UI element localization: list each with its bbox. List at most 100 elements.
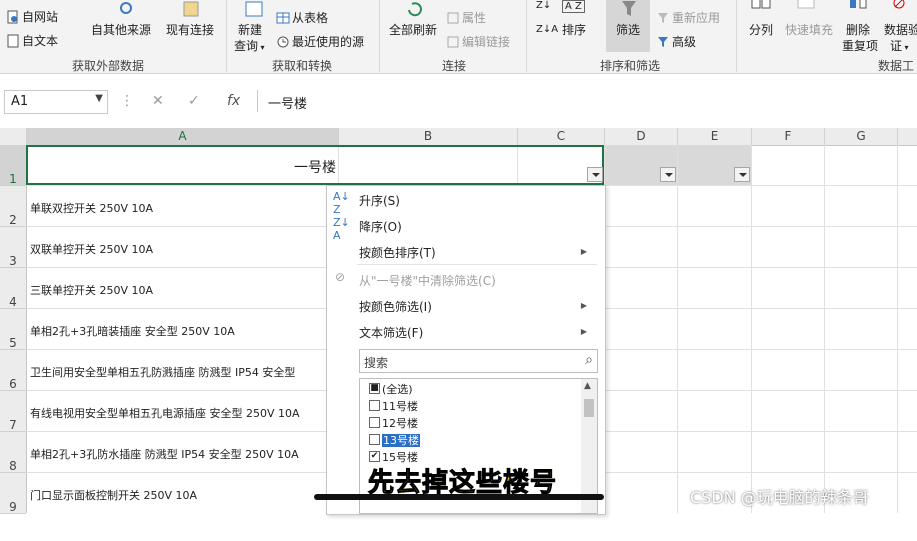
cell-a6[interactable]: 卫生间用安全型单相五孔防溅插座 防溅型 IP54 安全型 <box>30 364 326 380</box>
cell-a4[interactable]: 三联单控开关 250V 10A <box>30 282 326 298</box>
row-header-5[interactable]: 5 <box>0 309 26 350</box>
checkbox[interactable] <box>369 400 380 411</box>
edit-links-button[interactable]: 编辑链接 <box>446 33 510 50</box>
select-all-corner[interactable] <box>0 128 27 145</box>
group-label-get-transform: 获取和转换 <box>272 59 333 73</box>
sort-za-icon[interactable]: Z↓A <box>536 24 558 35</box>
cell-a5[interactable]: 单相2孔+3孔暗装插座 安全型 250V 10A <box>30 323 326 339</box>
filter-dropdown-a[interactable] <box>587 167 603 182</box>
remove-duplicates-icon <box>850 0 867 9</box>
data-validation-dropdown[interactable]: 证 ▾ <box>890 37 909 54</box>
column-header-b[interactable]: B <box>339 128 518 145</box>
from-text-button[interactable]: 自文本 <box>6 32 58 49</box>
search-input[interactable]: 搜索 ⌕ <box>359 349 598 373</box>
scrollbar-thumb[interactable] <box>584 399 594 417</box>
sort-az-icon[interactable]: Z↓ <box>536 0 551 11</box>
sort-descending-icon: Z↓ A <box>333 216 350 242</box>
row-header-2[interactable]: 2 <box>0 186 26 227</box>
data-validation-button[interactable]: 数据验 <box>884 21 917 38</box>
remove-duplicates-button[interactable]: 删除 <box>846 21 870 38</box>
list-item-select-all[interactable]: ■ (全选) <box>369 381 413 397</box>
column-header-e[interactable]: E <box>678 128 752 145</box>
row-header-9[interactable]: 9 <box>0 473 26 514</box>
insert-function-icon[interactable]: fx <box>227 93 240 109</box>
column-headers: A B C D E F G <box>0 128 917 146</box>
column-header-a[interactable]: A <box>27 128 339 145</box>
sort-ascending-item[interactable]: 升序(S) <box>359 192 400 209</box>
filter-dropdown-e[interactable] <box>734 167 750 182</box>
list-item-highlighted[interactable]: 13号楼 <box>369 432 420 448</box>
text-to-columns-button[interactable]: 分列 <box>749 21 773 38</box>
text-to-columns-icon <box>751 0 771 9</box>
filter-button[interactable]: 筛选 <box>616 21 640 38</box>
clear-filter-item[interactable]: 从"一号楼"中清除筛选(C) <box>359 272 496 289</box>
enter-icon[interactable]: ✓ <box>188 93 200 109</box>
chevron-right-icon: ▶ <box>580 327 587 336</box>
cell-a2[interactable]: 单联双控开关 250V 10A <box>30 200 326 216</box>
sort-ascending-icon: A↓ Z <box>333 190 350 216</box>
filter-by-color-item[interactable]: 按颜色筛选(I) ▶ <box>359 298 597 315</box>
from-web-button[interactable]: 自网站 <box>6 8 58 25</box>
sort-button[interactable]: 排序 <box>562 21 586 38</box>
flash-fill-button[interactable]: 快速填充 <box>785 21 833 38</box>
group-label-connections: 连接 <box>442 59 467 73</box>
checkbox[interactable] <box>369 434 380 445</box>
new-query-icon <box>245 1 263 17</box>
cell-a7[interactable]: 有线电视用安全型单相五孔电源插座 安全型 250V 10A <box>30 405 326 421</box>
checkbox-checked[interactable]: ✔ <box>369 451 380 462</box>
advanced-filter-button[interactable]: 高级 <box>656 33 696 50</box>
funnel-icon <box>622 1 636 16</box>
scrollbar[interactable]: ▲ <box>581 379 597 513</box>
new-query-button[interactable]: 新建 <box>238 21 262 38</box>
column-header-d[interactable]: D <box>605 128 678 145</box>
column-header-c[interactable]: C <box>518 128 605 145</box>
row-header-4[interactable]: 4 <box>0 268 26 309</box>
recent-sources-button[interactable]: 最近使用的源 <box>276 33 364 50</box>
new-query-dropdown[interactable]: 查询 ▾ <box>234 37 265 54</box>
gridline <box>897 145 898 513</box>
flash-fill-icon <box>797 0 815 9</box>
row-header-3[interactable]: 3 <box>0 227 26 268</box>
row-header-1[interactable]: 1 <box>0 145 26 186</box>
table-icon <box>276 12 290 24</box>
refresh-all-button[interactable]: 全部刷新 <box>389 21 437 38</box>
list-item[interactable]: 11号楼 <box>369 398 418 414</box>
existing-connections-icon <box>183 1 199 17</box>
watermark: CSDN @玩电脑的辣条哥 <box>690 488 869 507</box>
group-label-sort-filter: 排序和筛选 <box>600 59 661 73</box>
clear-filter-icon: ⊘ <box>335 270 346 284</box>
cell-a9[interactable]: 门口显示面板控制开关 250V 10A <box>30 487 326 503</box>
cell-a3[interactable]: 双联单控开关 250V 10A <box>30 241 326 257</box>
row-header-7[interactable]: 7 <box>0 391 26 432</box>
name-box[interactable]: A1 ▼ <box>4 90 108 114</box>
row-header-6[interactable]: 6 <box>0 350 26 391</box>
properties-button[interactable]: 属性 <box>446 9 486 26</box>
search-placeholder: 搜索 <box>364 356 389 370</box>
formula-input[interactable]: 一号楼 <box>257 90 917 112</box>
ribbon-separator <box>736 0 737 72</box>
existing-connections-button[interactable]: 现有连接 <box>166 21 214 38</box>
list-item[interactable]: 12号楼 <box>369 415 418 431</box>
checkbox-partial[interactable]: ■ <box>369 383 380 394</box>
sort-dialog-icon: A Z <box>562 0 585 13</box>
sort-descending-item[interactable]: 降序(O) <box>359 218 402 235</box>
group-label-get-external: 获取外部数据 <box>72 59 145 73</box>
sort-by-color-item[interactable]: 按颜色排序(T) ▶ <box>359 244 597 261</box>
row-headers: 1 2 3 4 5 6 7 8 9 <box>0 145 27 514</box>
checkbox[interactable] <box>369 417 380 428</box>
from-table-button[interactable]: 从表格 <box>276 9 328 26</box>
row-header-8[interactable]: 8 <box>0 432 26 473</box>
filter-dropdown-d[interactable] <box>660 167 676 182</box>
reapply-button[interactable]: 重新应用 <box>656 9 720 26</box>
other-sources-button[interactable]: 自其他来源 <box>91 21 151 38</box>
cancel-icon[interactable]: ✕ <box>152 93 164 109</box>
text-filters-item[interactable]: 文本筛选(F) ▶ <box>359 324 597 341</box>
remove-duplicates-label-2: 重复项 <box>842 39 879 53</box>
ribbon-separator <box>526 0 527 72</box>
chevron-down-icon[interactable]: ▼ <box>95 93 103 104</box>
cell-a1-selected[interactable]: 一号楼 <box>26 145 604 185</box>
column-header-f[interactable]: F <box>752 128 825 145</box>
cell-a8[interactable]: 单相2孔+3孔防水插座 防溅型 IP54 安全型 250V 10A <box>30 446 326 462</box>
chevron-up-icon[interactable]: ▲ <box>584 381 591 391</box>
column-header-g[interactable]: G <box>825 128 898 145</box>
